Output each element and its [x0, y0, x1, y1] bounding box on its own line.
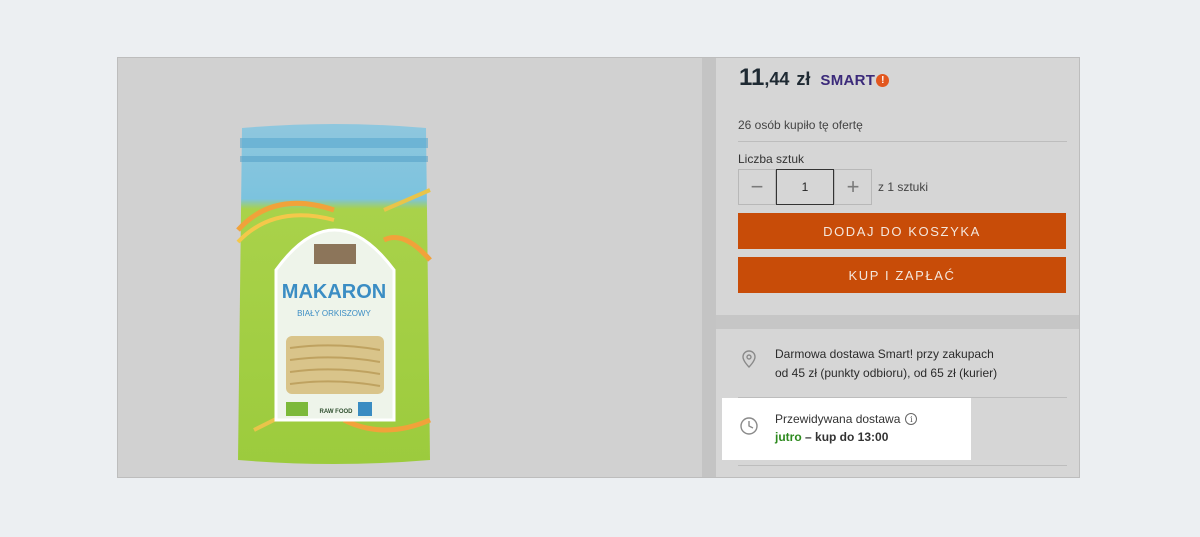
price-currency: zł — [796, 69, 811, 89]
product-image: MAKARON BIAŁY ORKISZOWY RAW FOOD — [234, 120, 434, 470]
svg-text:RAW FOOD: RAW FOOD — [320, 409, 354, 415]
quantity-input[interactable]: 1 — [776, 169, 834, 205]
free-delivery-text: Darmowa dostawa Smart! przy zakupach od … — [775, 345, 997, 383]
quantity-label: Liczba sztuk — [738, 152, 805, 166]
smart-label: SMART — [820, 72, 876, 89]
product-image-area[interactable]: MAKARON BIAŁY ORKISZOWY RAW FOOD — [118, 58, 702, 477]
quantity-minus-button[interactable]: − — [738, 169, 776, 205]
smart-logo[interactable]: SMART ! — [820, 72, 890, 89]
info-icon[interactable]: i — [905, 413, 918, 425]
divider — [738, 465, 1067, 466]
expected-delivery-day: jutro — [775, 430, 802, 444]
free-delivery-line2: od 45 zł (punkty odbioru), od 65 zł (kur… — [775, 366, 998, 380]
panel-separator — [716, 315, 1079, 329]
svg-text:MAKARON: MAKARON — [282, 281, 386, 303]
add-to-cart-button[interactable]: DODAJ DO KOSZYKA — [738, 213, 1066, 249]
expected-delivery-time: jutro – kup do 13:00 — [775, 430, 917, 444]
buyers-count: 26 osób kupiło tę ofertę — [738, 118, 863, 132]
divider — [738, 141, 1067, 142]
free-delivery-info: Darmowa dostawa Smart! przy zakupach od … — [739, 345, 997, 383]
quantity-plus-button[interactable]: + — [834, 169, 872, 205]
expected-delivery-cutoff: – kup do 13:00 — [801, 430, 889, 444]
column-divider — [702, 58, 716, 477]
smart-badge-icon: ! — [876, 74, 890, 87]
location-pin-icon — [742, 350, 756, 368]
quantity-stepper: − 1 + — [738, 169, 872, 205]
clock-icon — [740, 417, 758, 435]
price-decimal: ,44 — [764, 69, 790, 89]
price: 11 ,44 zł SMART ! — [739, 64, 890, 92]
quantity-available: z 1 sztuki — [878, 180, 929, 194]
expected-delivery: Przewidywana dostawa i jutro – kup do 13… — [739, 412, 918, 444]
expected-delivery-title: Przewidywana dostawa i — [775, 412, 918, 426]
buy-now-button[interactable]: KUP I ZAPŁAĆ — [738, 257, 1066, 293]
free-delivery-line1: Darmowa dostawa Smart! przy zakupach — [775, 347, 994, 361]
expected-delivery-text: Przewidywana dostawa i jutro – kup do 13… — [775, 412, 918, 444]
price-integer: 11 — [739, 64, 765, 91]
expected-delivery-label: Przewidywana dostawa — [775, 412, 901, 426]
svg-text:BIAŁY ORKISZOWY: BIAŁY ORKISZOWY — [297, 309, 371, 318]
